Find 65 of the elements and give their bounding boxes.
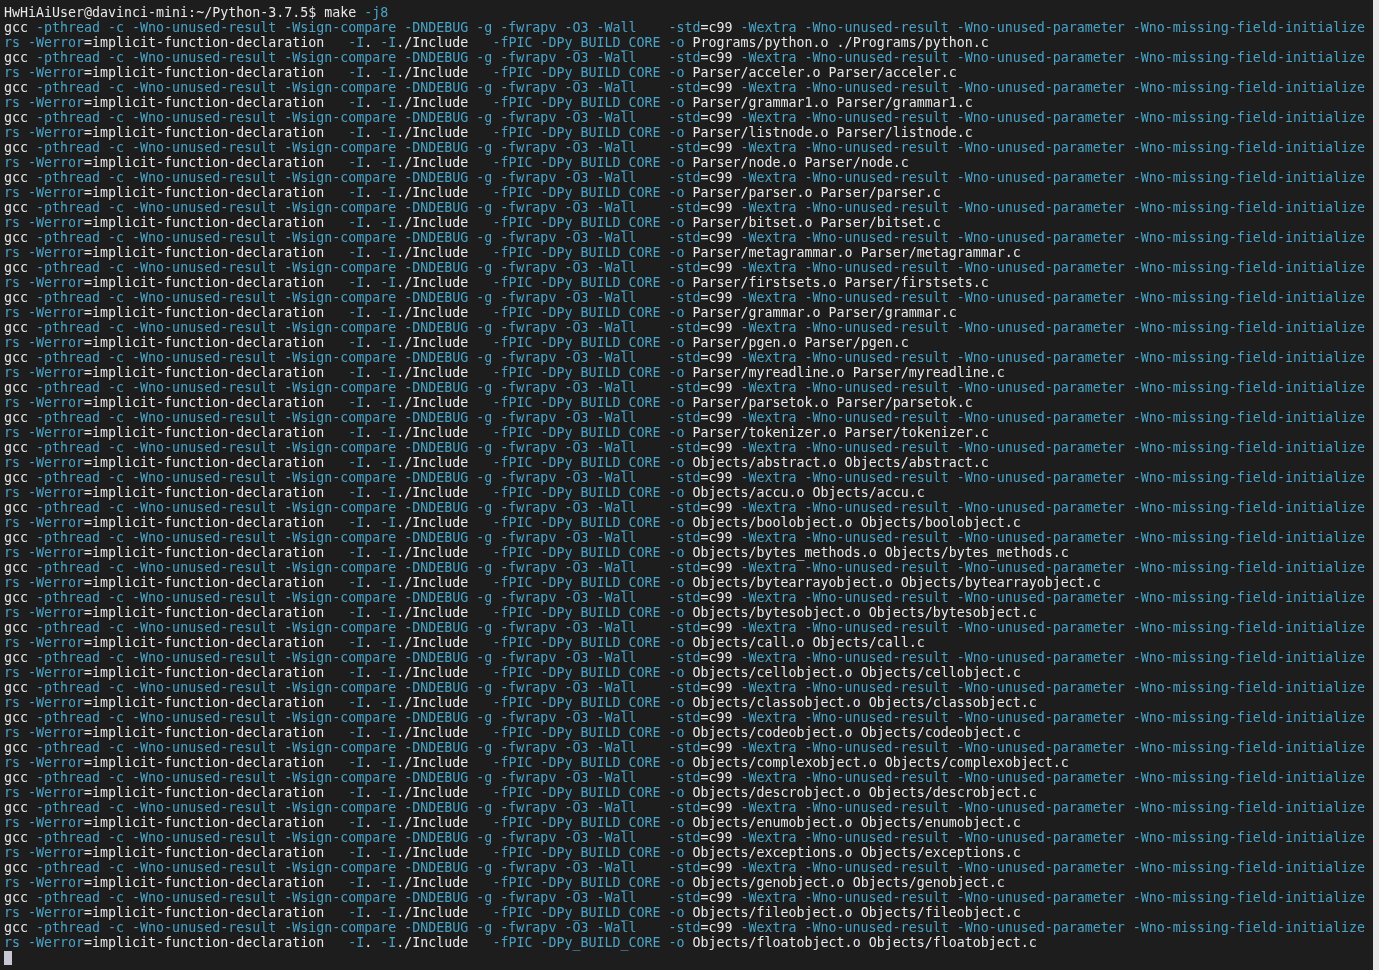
terminal-line: rs -Werror=implicit-function-declaration -I. -I./Include -fPIC -DPy_BUILD_CORE -o Parser/parsetok.o Parser/parsetok.c <box>4 395 973 410</box>
terminal-line: gcc -pthread -c -Wno-unused-result -Wsign-compare -DNDEBUG -g -fwrapv -O3 -Wall -std=c99 -Wextra -Wno-unused-result -Wno-unused-parameter -Wno-missing-field-initialize <box>4 740 1365 755</box>
terminal-line: rs -Werror=implicit-function-declaration -I. -I./Include -fPIC -DPy_BUILD_CORE -o Objects/accu.o Objects/accu.c <box>4 485 925 500</box>
terminal-line: rs -Werror=implicit-function-declaration -I. -I./Include -fPIC -DPy_BUILD_CORE -o Parser/pgen.o Parser/pgen.c <box>4 335 909 350</box>
terminal-line: gcc -pthread -c -Wno-unused-result -Wsign-compare -DNDEBUG -g -fwrapv -O3 -Wall -std=c99 -Wextra -Wno-unused-result -Wno-unused-parameter -Wno-missing-field-initialize <box>4 530 1365 545</box>
terminal-line: rs -Werror=implicit-function-declaration -I. -I./Include -fPIC -DPy_BUILD_CORE -o Parser/grammar.o Parser/grammar.c <box>4 305 957 320</box>
terminal-line: rs -Werror=implicit-function-declaration -I. -I./Include -fPIC -DPy_BUILD_CORE -o Parser/node.o Parser/node.c <box>4 155 909 170</box>
terminal-line: gcc -pthread -c -Wno-unused-result -Wsign-compare -DNDEBUG -g -fwrapv -O3 -Wall -std=c99 -Wextra -Wno-unused-result -Wno-unused-parameter -Wno-missing-field-initialize <box>4 410 1365 425</box>
terminal-line: rs -Werror=implicit-function-declaration -I. -I./Include -fPIC -DPy_BUILD_CORE -o Parser/tokenizer.o Parser/tokenizer.c <box>4 425 989 440</box>
terminal-line: rs -Werror=implicit-function-declaration -I. -I./Include -fPIC -DPy_BUILD_CORE -o Objects/call.o Objects/call.c <box>4 635 925 650</box>
terminal-line: rs -Werror=implicit-function-declaration -I. -I./Include -fPIC -DPy_BUILD_CORE -o Objects/classobject.o Objects/classobject.c <box>4 695 1037 710</box>
scrollbar[interactable] <box>1373 0 1379 970</box>
terminal-line: gcc -pthread -c -Wno-unused-result -Wsign-compare -DNDEBUG -g -fwrapv -O3 -Wall -std=c99 -Wextra -Wno-unused-result -Wno-unused-parameter -Wno-missing-field-initialize <box>4 680 1365 695</box>
terminal-line: gcc -pthread -c -Wno-unused-result -Wsign-compare -DNDEBUG -g -fwrapv -O3 -Wall -std=c99 -Wextra -Wno-unused-result -Wno-unused-parameter -Wno-missing-field-initialize <box>4 500 1365 515</box>
terminal-line: gcc -pthread -c -Wno-unused-result -Wsign-compare -DNDEBUG -g -fwrapv -O3 -Wall -std=c99 -Wextra -Wno-unused-result -Wno-unused-parameter -Wno-missing-field-initialize <box>4 260 1365 275</box>
terminal-line: gcc -pthread -c -Wno-unused-result -Wsign-compare -DNDEBUG -g -fwrapv -O3 -Wall -std=c99 -Wextra -Wno-unused-result -Wno-unused-parameter -Wno-missing-field-initialize <box>4 770 1365 785</box>
terminal-line: gcc -pthread -c -Wno-unused-result -Wsign-compare -DNDEBUG -g -fwrapv -O3 -Wall -std=c99 -Wextra -Wno-unused-result -Wno-unused-parameter -Wno-missing-field-initialize <box>4 560 1365 575</box>
terminal-line: gcc -pthread -c -Wno-unused-result -Wsign-compare -DNDEBUG -g -fwrapv -O3 -Wall -std=c99 -Wextra -Wno-unused-result -Wno-unused-parameter -Wno-missing-field-initialize <box>4 440 1365 455</box>
terminal-line: gcc -pthread -c -Wno-unused-result -Wsign-compare -DNDEBUG -g -fwrapv -O3 -Wall -std=c99 -Wextra -Wno-unused-result -Wno-unused-parameter -Wno-missing-field-initialize <box>4 170 1365 185</box>
terminal-line: rs -Werror=implicit-function-declaration -I. -I./Include -fPIC -DPy_BUILD_CORE -o Parser/bitset.o Parser/bitset.c <box>4 215 941 230</box>
terminal-line: gcc -pthread -c -Wno-unused-result -Wsign-compare -DNDEBUG -g -fwrapv -O3 -Wall -std=c99 -Wextra -Wno-unused-result -Wno-unused-parameter -Wno-missing-field-initialize <box>4 590 1365 605</box>
terminal-line: gcc -pthread -c -Wno-unused-result -Wsign-compare -DNDEBUG -g -fwrapv -O3 -Wall -std=c99 -Wextra -Wno-unused-result -Wno-unused-parameter -Wno-missing-field-initialize <box>4 80 1365 95</box>
text-cursor <box>4 951 12 965</box>
terminal-line: gcc -pthread -c -Wno-unused-result -Wsign-compare -DNDEBUG -g -fwrapv -O3 -Wall -std=c99 -Wextra -Wno-unused-result -Wno-unused-parameter -Wno-missing-field-initialize <box>4 920 1365 935</box>
terminal-line: gcc -pthread -c -Wno-unused-result -Wsign-compare -DNDEBUG -g -fwrapv -O3 -Wall -std=c99 -Wextra -Wno-unused-result -Wno-unused-parameter -Wno-missing-field-initialize <box>4 200 1365 215</box>
terminal-line: gcc -pthread -c -Wno-unused-result -Wsign-compare -DNDEBUG -g -fwrapv -O3 -Wall -std=c99 -Wextra -Wno-unused-result -Wno-unused-parameter -Wno-missing-field-initialize <box>4 20 1365 35</box>
terminal-line: rs -Werror=implicit-function-declaration -I. -I./Include -fPIC -DPy_BUILD_CORE -o Parser/metagrammar.o Parser/metagrammar.c <box>4 245 1021 260</box>
terminal-line: rs -Werror=implicit-function-declaration -I. -I./Include -fPIC -DPy_BUILD_CORE -o Parser/myreadline.o Parser/myreadline.c <box>4 365 1005 380</box>
terminal-line: gcc -pthread -c -Wno-unused-result -Wsign-compare -DNDEBUG -g -fwrapv -O3 -Wall -std=c99 -Wextra -Wno-unused-result -Wno-unused-parameter -Wno-missing-field-initialize <box>4 620 1365 635</box>
terminal-line: gcc -pthread -c -Wno-unused-result -Wsign-compare -DNDEBUG -g -fwrapv -O3 -Wall -std=c99 -Wextra -Wno-unused-result -Wno-unused-parameter -Wno-missing-field-initialize <box>4 350 1365 365</box>
terminal-line: gcc -pthread -c -Wno-unused-result -Wsign-compare -DNDEBUG -g -fwrapv -O3 -Wall -std=c99 -Wextra -Wno-unused-result -Wno-unused-parameter -Wno-missing-field-initialize <box>4 290 1365 305</box>
terminal-line: rs -Werror=implicit-function-declaration -I. -I./Include -fPIC -DPy_BUILD_CORE -o Parser/parser.o Parser/parser.c <box>4 185 941 200</box>
terminal-line: gcc -pthread -c -Wno-unused-result -Wsign-compare -DNDEBUG -g -fwrapv -O3 -Wall -std=c99 -Wextra -Wno-unused-result -Wno-unused-parameter -Wno-missing-field-initialize <box>4 230 1365 245</box>
terminal-line: rs -Werror=implicit-function-declaration -I. -I./Include -fPIC -DPy_BUILD_CORE -o Parser/grammar1.o Parser/grammar1.c <box>4 95 973 110</box>
terminal-line: rs -Werror=implicit-function-declaration -I. -I./Include -fPIC -DPy_BUILD_CORE -o Objects/cellobject.o Objects/cellobject.c <box>4 665 1021 680</box>
terminal-line: rs -Werror=implicit-function-declaration -I. -I./Include -fPIC -DPy_BUILD_CORE -o Objects/codeobject.o Objects/codeobject.c <box>4 725 1021 740</box>
terminal-line: gcc -pthread -c -Wno-unused-result -Wsign-compare -DNDEBUG -g -fwrapv -O3 -Wall -std=c99 -Wextra -Wno-unused-result -Wno-unused-parameter -Wno-missing-field-initialize <box>4 110 1365 125</box>
terminal-line: gcc -pthread -c -Wno-unused-result -Wsign-compare -DNDEBUG -g -fwrapv -O3 -Wall -std=c99 -Wextra -Wno-unused-result -Wno-unused-parameter -Wno-missing-field-initialize <box>4 50 1365 65</box>
terminal-line: gcc -pthread -c -Wno-unused-result -Wsign-compare -DNDEBUG -g -fwrapv -O3 -Wall -std=c99 -Wextra -Wno-unused-result -Wno-unused-parameter -Wno-missing-field-initialize <box>4 320 1365 335</box>
terminal-line: gcc -pthread -c -Wno-unused-result -Wsign-compare -DNDEBUG -g -fwrapv -O3 -Wall -std=c99 -Wextra -Wno-unused-result -Wno-unused-parameter -Wno-missing-field-initialize <box>4 890 1365 905</box>
terminal-line: rs -Werror=implicit-function-declaration -I. -I./Include -fPIC -DPy_BUILD_CORE -o Objects/bytesobject.o Objects/bytesobject.c <box>4 605 1037 620</box>
terminal-line: rs -Werror=implicit-function-declaration -I. -I./Include -fPIC -DPy_BUILD_CORE -o Objects/bytearrayobject.o Objects/bytearrayobject.c <box>4 575 1101 590</box>
terminal-line: rs -Werror=implicit-function-declaration -I. -I./Include -fPIC -DPy_BUILD_CORE -o Parser/acceler.o Parser/acceler.c <box>4 65 957 80</box>
terminal-line: rs -Werror=implicit-function-declaration -I. -I./Include -fPIC -DPy_BUILD_CORE -o Objects/enumobject.o Objects/enumobject.c <box>4 815 1021 830</box>
terminal-line: gcc -pthread -c -Wno-unused-result -Wsign-compare -DNDEBUG -g -fwrapv -O3 -Wall -std=c99 -Wextra -Wno-unused-result -Wno-unused-parameter -Wno-missing-field-initialize <box>4 830 1365 845</box>
terminal-line: rs -Werror=implicit-function-declaration -I. -I./Include -fPIC -DPy_BUILD_CORE -o Objects/bytes_methods.o Objects/bytes_methods.c <box>4 545 1069 560</box>
terminal-line: rs -Werror=implicit-function-declaration -I. -I./Include -fPIC -DPy_BUILD_CORE -o Objects/complexobject.o Objects/complexobject.c <box>4 755 1069 770</box>
terminal-line: HwHiAiUser@davinci-mini:~/Python-3.7.5$ make -j8 <box>4 5 389 20</box>
terminal-line: rs -Werror=implicit-function-declaration -I. -I./Include -fPIC -DPy_BUILD_CORE -o Programs/python.o ./Programs/python.c <box>4 35 989 50</box>
terminal-line: gcc -pthread -c -Wno-unused-result -Wsign-compare -DNDEBUG -g -fwrapv -O3 -Wall -std=c99 -Wextra -Wno-unused-result -Wno-unused-parameter -Wno-missing-field-initialize <box>4 800 1365 815</box>
terminal-line: rs -Werror=implicit-function-declaration -I. -I./Include -fPIC -DPy_BUILD_CORE -o Objects/descrobject.o Objects/descrobject.c <box>4 785 1037 800</box>
terminal-line: rs -Werror=implicit-function-declaration -I. -I./Include -fPIC -DPy_BUILD_CORE -o Objects/abstract.o Objects/abstract.c <box>4 455 989 470</box>
terminal-line: gcc -pthread -c -Wno-unused-result -Wsign-compare -DNDEBUG -g -fwrapv -O3 -Wall -std=c99 -Wextra -Wno-unused-result -Wno-unused-parameter -Wno-missing-field-initialize <box>4 470 1365 485</box>
terminal-line: rs -Werror=implicit-function-declaration -I. -I./Include -fPIC -DPy_BUILD_CORE -o Objects/exceptions.o Objects/exceptions.c <box>4 845 1021 860</box>
terminal-line: gcc -pthread -c -Wno-unused-result -Wsign-compare -DNDEBUG -g -fwrapv -O3 -Wall -std=c99 -Wextra -Wno-unused-result -Wno-unused-parameter -Wno-missing-field-initialize <box>4 140 1365 155</box>
terminal-line: rs -Werror=implicit-function-declaration -I. -I./Include -fPIC -DPy_BUILD_CORE -o Objects/floatobject.o Objects/floatobject.c <box>4 935 1037 950</box>
terminal-line: gcc -pthread -c -Wno-unused-result -Wsign-compare -DNDEBUG -g -fwrapv -O3 -Wall -std=c99 -Wextra -Wno-unused-result -Wno-unused-parameter -Wno-missing-field-initialize <box>4 380 1365 395</box>
terminal-line: rs -Werror=implicit-function-declaration -I. -I./Include -fPIC -DPy_BUILD_CORE -o Objects/genobject.o Objects/genobject.c <box>4 875 1005 890</box>
terminal-line: gcc -pthread -c -Wno-unused-result -Wsign-compare -DNDEBUG -g -fwrapv -O3 -Wall -std=c99 -Wextra -Wno-unused-result -Wno-unused-parameter -Wno-missing-field-initialize <box>4 860 1365 875</box>
terminal-line: rs -Werror=implicit-function-declaration -I. -I./Include -fPIC -DPy_BUILD_CORE -o Parser/firstsets.o Parser/firstsets.c <box>4 275 989 290</box>
terminal-line: rs -Werror=implicit-function-declaration -I. -I./Include -fPIC -DPy_BUILD_CORE -o Objects/fileobject.o Objects/fileobject.c <box>4 905 1021 920</box>
terminal-line: rs -Werror=implicit-function-declaration -I. -I./Include -fPIC -DPy_BUILD_CORE -o Objects/boolobject.o Objects/boolobject.c <box>4 515 1021 530</box>
terminal-line: rs -Werror=implicit-function-declaration -I. -I./Include -fPIC -DPy_BUILD_CORE -o Parser/listnode.o Parser/listnode.c <box>4 125 973 140</box>
terminal-line: gcc -pthread -c -Wno-unused-result -Wsign-compare -DNDEBUG -g -fwrapv -O3 -Wall -std=c99 -Wextra -Wno-unused-result -Wno-unused-parameter -Wno-missing-field-initialize <box>4 650 1365 665</box>
terminal-line: gcc -pthread -c -Wno-unused-result -Wsign-compare -DNDEBUG -g -fwrapv -O3 -Wall -std=c99 -Wextra -Wno-unused-result -Wno-unused-parameter -Wno-missing-field-initialize <box>4 710 1365 725</box>
